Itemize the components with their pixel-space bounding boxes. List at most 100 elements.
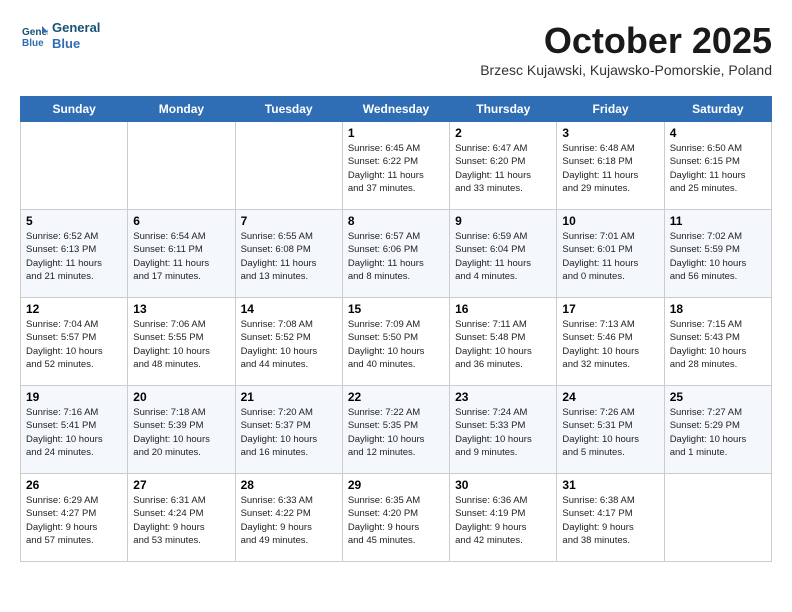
- day-number: 14: [241, 302, 337, 316]
- calendar-cell: 6 Sunrise: 6:54 AM Sunset: 6:11 PM Daylig…: [128, 210, 235, 298]
- day-number: 22: [348, 390, 444, 404]
- day-info: Sunrise: 7:18 AM Sunset: 5:39 PM Dayligh…: [133, 406, 229, 459]
- day-info: Sunrise: 7:22 AM Sunset: 5:35 PM Dayligh…: [348, 406, 444, 459]
- day-info: Sunrise: 7:27 AM Sunset: 5:29 PM Dayligh…: [670, 406, 766, 459]
- day-header-tuesday: Tuesday: [235, 97, 342, 122]
- day-info: Sunrise: 7:16 AM Sunset: 5:41 PM Dayligh…: [26, 406, 122, 459]
- day-number: 6: [133, 214, 229, 228]
- calendar-cell: 27 Sunrise: 6:31 AM Sunset: 4:24 PM Dayli…: [128, 474, 235, 562]
- day-number: 2: [455, 126, 551, 140]
- day-info: Sunrise: 7:15 AM Sunset: 5:43 PM Dayligh…: [670, 318, 766, 371]
- day-info: Sunrise: 6:54 AM Sunset: 6:11 PM Dayligh…: [133, 230, 229, 283]
- calendar-cell: [235, 122, 342, 210]
- logo-line2: Blue: [52, 36, 100, 52]
- day-number: 23: [455, 390, 551, 404]
- day-number: 27: [133, 478, 229, 492]
- calendar-cell: 3 Sunrise: 6:48 AM Sunset: 6:18 PM Daylig…: [557, 122, 664, 210]
- subtitle: Brzesc Kujawski, Kujawsko-Pomorskie, Pol…: [480, 62, 772, 78]
- day-info: Sunrise: 7:13 AM Sunset: 5:46 PM Dayligh…: [562, 318, 658, 371]
- logo-icon: General Blue: [20, 22, 48, 50]
- day-info: Sunrise: 6:59 AM Sunset: 6:04 PM Dayligh…: [455, 230, 551, 283]
- calendar-cell: [128, 122, 235, 210]
- calendar-cell: 28 Sunrise: 6:33 AM Sunset: 4:22 PM Dayli…: [235, 474, 342, 562]
- day-number: 18: [670, 302, 766, 316]
- calendar-cell: 20 Sunrise: 7:18 AM Sunset: 5:39 PM Dayli…: [128, 386, 235, 474]
- day-header-thursday: Thursday: [450, 97, 557, 122]
- day-number: 17: [562, 302, 658, 316]
- week-row-3: 12 Sunrise: 7:04 AM Sunset: 5:57 PM Dayli…: [21, 298, 772, 386]
- calendar-cell: 7Sunrise: 6:55 AM Sunset: 6:08 PM Daylig…: [235, 210, 342, 298]
- calendar-cell: 12 Sunrise: 7:04 AM Sunset: 5:57 PM Dayli…: [21, 298, 128, 386]
- day-number: 29: [348, 478, 444, 492]
- day-number: 30: [455, 478, 551, 492]
- day-info: Sunrise: 6:55 AM Sunset: 6:08 PM Dayligh…: [241, 230, 337, 283]
- logo: General Blue General Blue: [20, 20, 100, 51]
- day-number: 16: [455, 302, 551, 316]
- day-number: 10: [562, 214, 658, 228]
- day-header-saturday: Saturday: [664, 97, 771, 122]
- day-info: Sunrise: 6:52 AM Sunset: 6:13 PM Dayligh…: [26, 230, 122, 283]
- calendar-cell: 14 Sunrise: 7:08 AM Sunset: 5:52 PM Dayli…: [235, 298, 342, 386]
- day-info: Sunrise: 7:08 AM Sunset: 5:52 PM Dayligh…: [241, 318, 337, 371]
- day-number: 26: [26, 478, 122, 492]
- day-info: Sunrise: 7:11 AM Sunset: 5:48 PM Dayligh…: [455, 318, 551, 371]
- day-info: Sunrise: 6:35 AM Sunset: 4:20 PM Dayligh…: [348, 494, 444, 547]
- day-header-monday: Monday: [128, 97, 235, 122]
- day-number: 11: [670, 214, 766, 228]
- day-number: 9: [455, 214, 551, 228]
- calendar-table: SundayMondayTuesdayWednesdayThursdayFrid…: [20, 96, 772, 562]
- svg-text:Blue: Blue: [22, 38, 44, 49]
- day-number: 21: [241, 390, 337, 404]
- day-info: Sunrise: 6:29 AM Sunset: 4:27 PM Dayligh…: [26, 494, 122, 547]
- title-section: October 2025 Brzesc Kujawski, Kujawsko-P…: [480, 20, 772, 86]
- calendar-cell: [21, 122, 128, 210]
- day-info: Sunrise: 6:33 AM Sunset: 4:22 PM Dayligh…: [241, 494, 337, 547]
- day-info: Sunrise: 6:38 AM Sunset: 4:17 PM Dayligh…: [562, 494, 658, 547]
- day-header-wednesday: Wednesday: [342, 97, 449, 122]
- calendar-cell: 29 Sunrise: 6:35 AM Sunset: 4:20 PM Dayli…: [342, 474, 449, 562]
- calendar-cell: 4Sunrise: 6:50 AM Sunset: 6:15 PM Daylig…: [664, 122, 771, 210]
- day-info: Sunrise: 7:06 AM Sunset: 5:55 PM Dayligh…: [133, 318, 229, 371]
- page-container: General Blue General Blue October 2025 B…: [20, 20, 772, 562]
- calendar-cell: 17 Sunrise: 7:13 AM Sunset: 5:46 PM Dayli…: [557, 298, 664, 386]
- day-number: 1: [348, 126, 444, 140]
- month-title: October 2025: [480, 20, 772, 62]
- calendar-cell: [664, 474, 771, 562]
- day-number: 13: [133, 302, 229, 316]
- day-header-sunday: Sunday: [21, 97, 128, 122]
- calendar-cell: 9 Sunrise: 6:59 AM Sunset: 6:04 PM Daylig…: [450, 210, 557, 298]
- day-number: 19: [26, 390, 122, 404]
- day-number: 20: [133, 390, 229, 404]
- day-number: 8: [348, 214, 444, 228]
- day-number: 3: [562, 126, 658, 140]
- day-info: Sunrise: 6:36 AM Sunset: 4:19 PM Dayligh…: [455, 494, 551, 547]
- day-number: 4: [670, 126, 766, 140]
- calendar-cell: 16 Sunrise: 7:11 AM Sunset: 5:48 PM Dayli…: [450, 298, 557, 386]
- day-number: 28: [241, 478, 337, 492]
- logo-line1: General: [52, 20, 100, 36]
- calendar-cell: 30 Sunrise: 6:36 AM Sunset: 4:19 PM Dayli…: [450, 474, 557, 562]
- week-row-2: 5Sunrise: 6:52 AM Sunset: 6:13 PM Daylig…: [21, 210, 772, 298]
- calendar-cell: 1Sunrise: 6:45 AM Sunset: 6:22 PM Daylig…: [342, 122, 449, 210]
- day-info: Sunrise: 7:09 AM Sunset: 5:50 PM Dayligh…: [348, 318, 444, 371]
- day-info: Sunrise: 6:31 AM Sunset: 4:24 PM Dayligh…: [133, 494, 229, 547]
- week-row-4: 19 Sunrise: 7:16 AM Sunset: 5:41 PM Dayli…: [21, 386, 772, 474]
- calendar-cell: 23Sunrise: 7:24 AM Sunset: 5:33 PM Dayli…: [450, 386, 557, 474]
- calendar-cell: 13 Sunrise: 7:06 AM Sunset: 5:55 PM Dayli…: [128, 298, 235, 386]
- day-header-friday: Friday: [557, 97, 664, 122]
- day-info: Sunrise: 7:01 AM Sunset: 6:01 PM Dayligh…: [562, 230, 658, 283]
- calendar-cell: 10 Sunrise: 7:01 AM Sunset: 6:01 PM Dayli…: [557, 210, 664, 298]
- day-number: 12: [26, 302, 122, 316]
- week-row-1: 1Sunrise: 6:45 AM Sunset: 6:22 PM Daylig…: [21, 122, 772, 210]
- day-number: 15: [348, 302, 444, 316]
- day-number: 24: [562, 390, 658, 404]
- calendar-cell: 22 Sunrise: 7:22 AM Sunset: 5:35 PM Dayli…: [342, 386, 449, 474]
- day-info: Sunrise: 6:47 AM Sunset: 6:20 PM Dayligh…: [455, 142, 551, 195]
- calendar-cell: 19 Sunrise: 7:16 AM Sunset: 5:41 PM Dayli…: [21, 386, 128, 474]
- day-info: Sunrise: 7:04 AM Sunset: 5:57 PM Dayligh…: [26, 318, 122, 371]
- day-info: Sunrise: 6:48 AM Sunset: 6:18 PM Dayligh…: [562, 142, 658, 195]
- calendar-cell: 21Sunrise: 7:20 AM Sunset: 5:37 PM Dayli…: [235, 386, 342, 474]
- day-info: Sunrise: 7:26 AM Sunset: 5:31 PM Dayligh…: [562, 406, 658, 459]
- calendar-cell: 2 Sunrise: 6:47 AM Sunset: 6:20 PM Daylig…: [450, 122, 557, 210]
- calendar-cell: 11Sunrise: 7:02 AM Sunset: 5:59 PM Dayli…: [664, 210, 771, 298]
